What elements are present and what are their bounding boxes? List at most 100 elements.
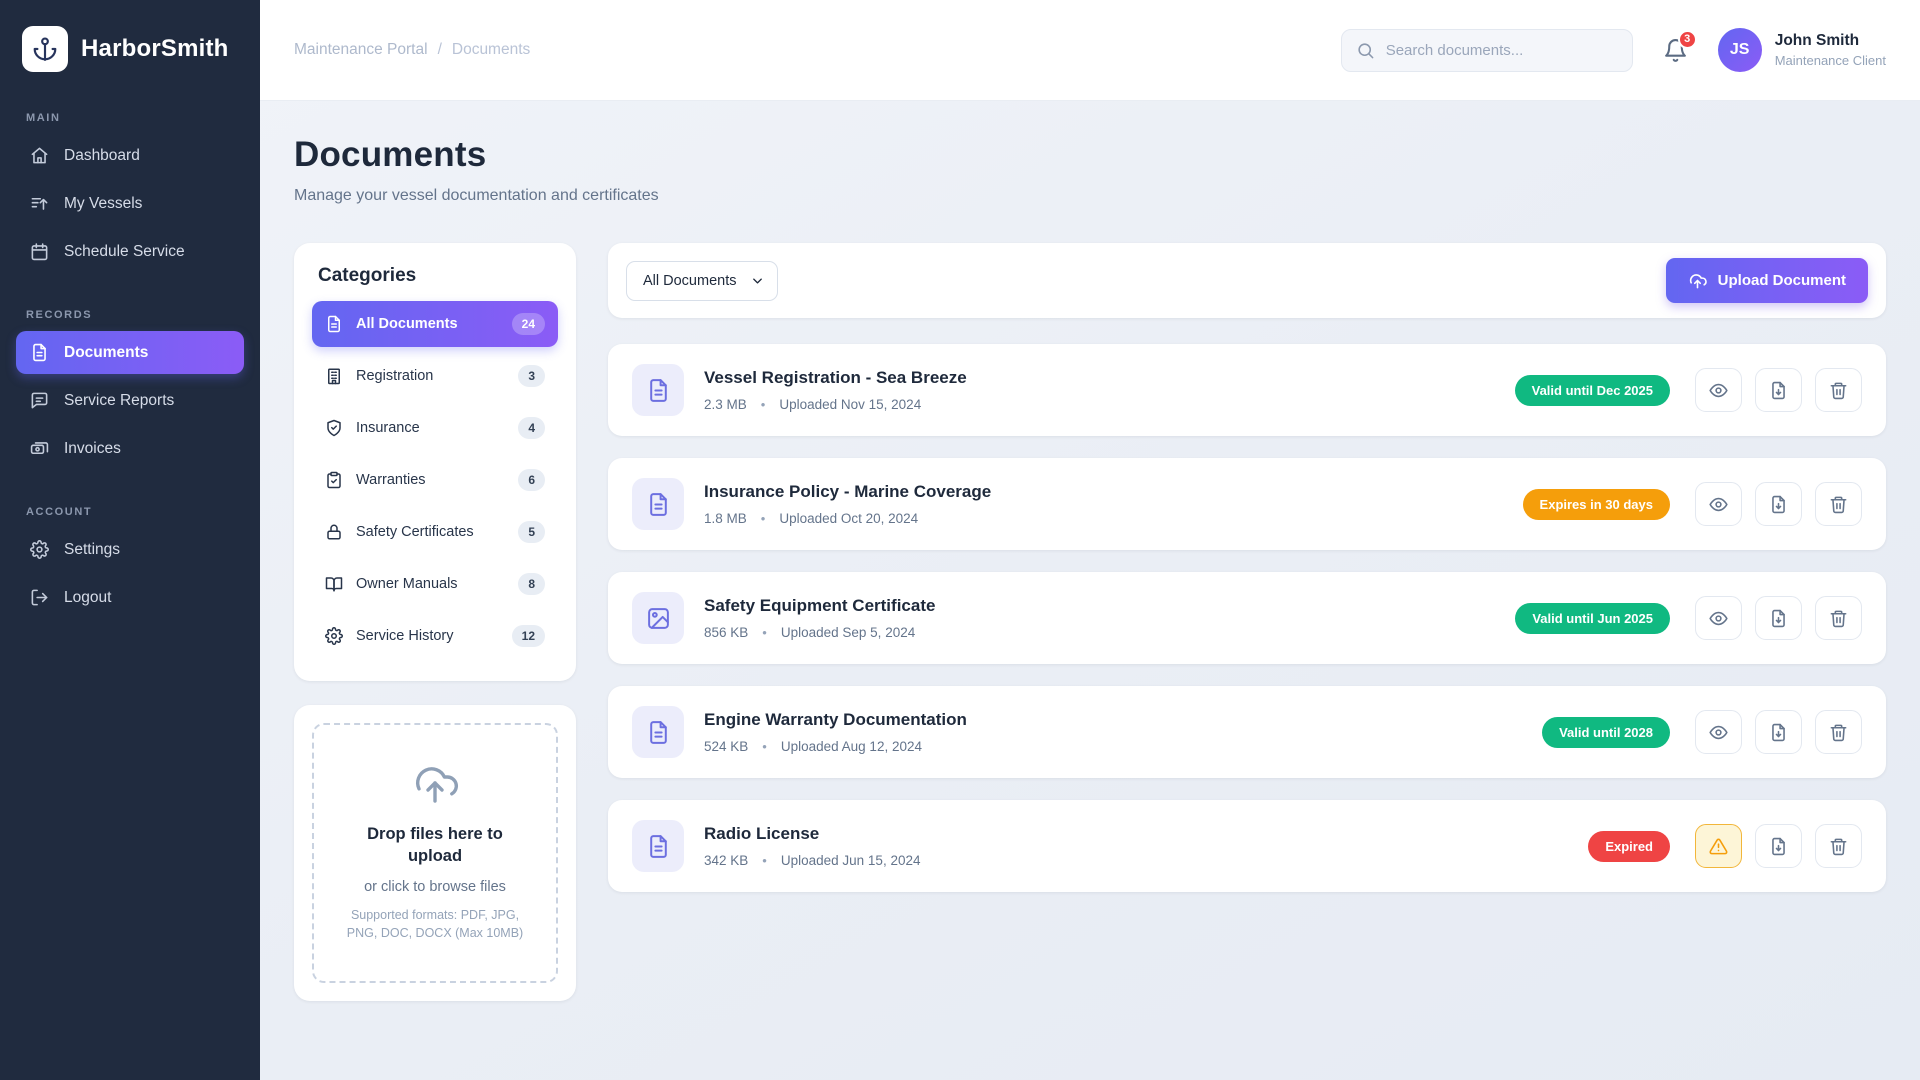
category-owner-manuals[interactable]: Owner Manuals 8: [312, 561, 558, 607]
document-info: Radio License 342 KB Uploaded Jun 15, 20…: [704, 824, 920, 868]
document-meta: 342 KB Uploaded Jun 15, 2024: [704, 853, 920, 868]
document-uploaded: Uploaded Nov 15, 2024: [779, 397, 921, 412]
search-input[interactable]: [1386, 42, 1618, 59]
user-menu[interactable]: JS John Smith Maintenance Client: [1718, 28, 1886, 72]
document-uploaded: Uploaded Aug 12, 2024: [781, 739, 922, 754]
view-button[interactable]: [1695, 596, 1742, 640]
dropzone-subtitle: or click to browse files: [330, 879, 540, 895]
eye-icon: [1709, 495, 1728, 514]
document-icon: [30, 343, 49, 362]
document-actions: Valid until Dec 2025: [1515, 368, 1862, 412]
document-title: Engine Warranty Documentation: [704, 710, 967, 730]
topbar: Maintenance Portal / Documents 3 JS John…: [260, 0, 1920, 101]
document-actions: Expired: [1588, 824, 1862, 868]
view-button[interactable]: [1695, 482, 1742, 526]
category-warranties[interactable]: Warranties 6: [312, 457, 558, 503]
document-list: Vessel Registration - Sea Breeze 2.3 MB …: [608, 344, 1886, 892]
sidebar-section-main: MAIN Dashboard My Vessels Schedule Servi…: [16, 112, 244, 273]
shield-check-icon: [325, 419, 343, 437]
download-button[interactable]: [1755, 368, 1802, 412]
category-service-history[interactable]: Service History 12: [312, 613, 558, 659]
document-uploaded: Uploaded Jun 15, 2024: [781, 853, 921, 868]
status-badge: Expires in 30 days: [1523, 489, 1670, 520]
view-button[interactable]: [1695, 368, 1742, 412]
download-button[interactable]: [1755, 596, 1802, 640]
category-safety-certificates[interactable]: Safety Certificates 5: [312, 509, 558, 555]
gear-icon: [30, 540, 49, 559]
sidebar-item-invoices[interactable]: Invoices: [16, 427, 244, 470]
category-label: Service History: [356, 628, 454, 644]
book-icon: [325, 575, 343, 593]
document-row: Insurance Policy - Marine Coverage 1.8 M…: [608, 458, 1886, 550]
document-filter-select[interactable]: All Documents: [626, 261, 778, 301]
sidebar-item-label: Logout: [64, 589, 111, 607]
delete-button[interactable]: [1815, 596, 1862, 640]
document-actions: Valid until 2028: [1542, 710, 1862, 754]
user-info: John Smith Maintenance Client: [1775, 32, 1886, 68]
document-meta: 524 KB Uploaded Aug 12, 2024: [704, 739, 967, 754]
file-download-icon: [1769, 723, 1788, 742]
brand[interactable]: HarborSmith: [16, 22, 244, 76]
delete-button[interactable]: [1815, 824, 1862, 868]
page-title: Documents: [294, 135, 1886, 175]
documents-toolbar: All Documents Upload Document: [608, 243, 1886, 318]
sidebar-item-label: Dashboard: [64, 147, 140, 165]
category-insurance[interactable]: Insurance 4: [312, 405, 558, 451]
user-role: Maintenance Client: [1775, 53, 1886, 68]
sidebar-item-my-vessels[interactable]: My Vessels: [16, 182, 244, 225]
upload-button-label: Upload Document: [1718, 272, 1846, 289]
document-uploaded: Uploaded Oct 20, 2024: [779, 511, 918, 526]
clipboard-check-icon: [325, 471, 343, 489]
left-column: Categories All Documents 24 Registration…: [294, 243, 576, 1001]
section-label: MAIN: [16, 112, 244, 124]
lock-icon: [325, 523, 343, 541]
status-badge: Expired: [1588, 831, 1670, 862]
category-label: Safety Certificates: [356, 524, 474, 540]
download-button[interactable]: [1755, 824, 1802, 868]
file-dropzone[interactable]: Drop files here to upload or click to br…: [312, 723, 558, 983]
document-meta: 1.8 MB Uploaded Oct 20, 2024: [704, 511, 991, 526]
category-label: Owner Manuals: [356, 576, 458, 592]
document-row: Vessel Registration - Sea Breeze 2.3 MB …: [608, 344, 1886, 436]
document-filter-wrap: All Documents: [626, 261, 778, 301]
status-badge: Valid until Dec 2025: [1515, 375, 1670, 406]
upload-card: Drop files here to upload or click to br…: [294, 705, 576, 1001]
meta-separator: [762, 739, 767, 754]
delete-button[interactable]: [1815, 482, 1862, 526]
delete-button[interactable]: [1815, 368, 1862, 412]
category-count-badge: 4: [518, 417, 545, 439]
sidebar-section-records: RECORDS Documents Service Reports Invoic…: [16, 309, 244, 470]
view-button[interactable]: [1695, 710, 1742, 754]
categories-card: Categories All Documents 24 Registration…: [294, 243, 576, 681]
trash-icon: [1829, 723, 1848, 742]
category-registration[interactable]: Registration 3: [312, 353, 558, 399]
sidebar-item-schedule-service[interactable]: Schedule Service: [16, 230, 244, 273]
sidebar-item-documents[interactable]: Documents: [16, 331, 244, 374]
breadcrumb-current: Documents: [452, 41, 530, 59]
sidebar-item-settings[interactable]: Settings: [16, 528, 244, 571]
breadcrumb-parent[interactable]: Maintenance Portal: [294, 41, 428, 59]
sidebar-item-dashboard[interactable]: Dashboard: [16, 134, 244, 177]
document-actions: Expires in 30 days: [1523, 482, 1862, 526]
sidebar-item-service-reports[interactable]: Service Reports: [16, 379, 244, 422]
document-size: 2.3 MB: [704, 397, 747, 412]
main-area: Maintenance Portal / Documents 3 JS John…: [260, 0, 1920, 1080]
document-row: Radio License 342 KB Uploaded Jun 15, 20…: [608, 800, 1886, 892]
delete-button[interactable]: [1815, 710, 1862, 754]
expired-alert-button[interactable]: [1695, 824, 1742, 868]
sidebar-item-label: Settings: [64, 541, 120, 559]
category-label: Warranties: [356, 472, 426, 488]
notifications-button[interactable]: 3: [1659, 34, 1692, 67]
page-subtitle: Manage your vessel documentation and cer…: [294, 187, 1886, 205]
category-all-documents[interactable]: All Documents 24: [312, 301, 558, 347]
section-label: ACCOUNT: [16, 506, 244, 518]
document-row: Safety Equipment Certificate 856 KB Uplo…: [608, 572, 1886, 664]
upload-document-button[interactable]: Upload Document: [1666, 258, 1868, 303]
download-button[interactable]: [1755, 710, 1802, 754]
status-badge: Valid until Jun 2025: [1515, 603, 1670, 634]
sidebar-item-logout[interactable]: Logout: [16, 576, 244, 619]
trash-icon: [1829, 495, 1848, 514]
file-text-icon: [632, 364, 684, 416]
category-label: All Documents: [356, 316, 458, 332]
download-button[interactable]: [1755, 482, 1802, 526]
